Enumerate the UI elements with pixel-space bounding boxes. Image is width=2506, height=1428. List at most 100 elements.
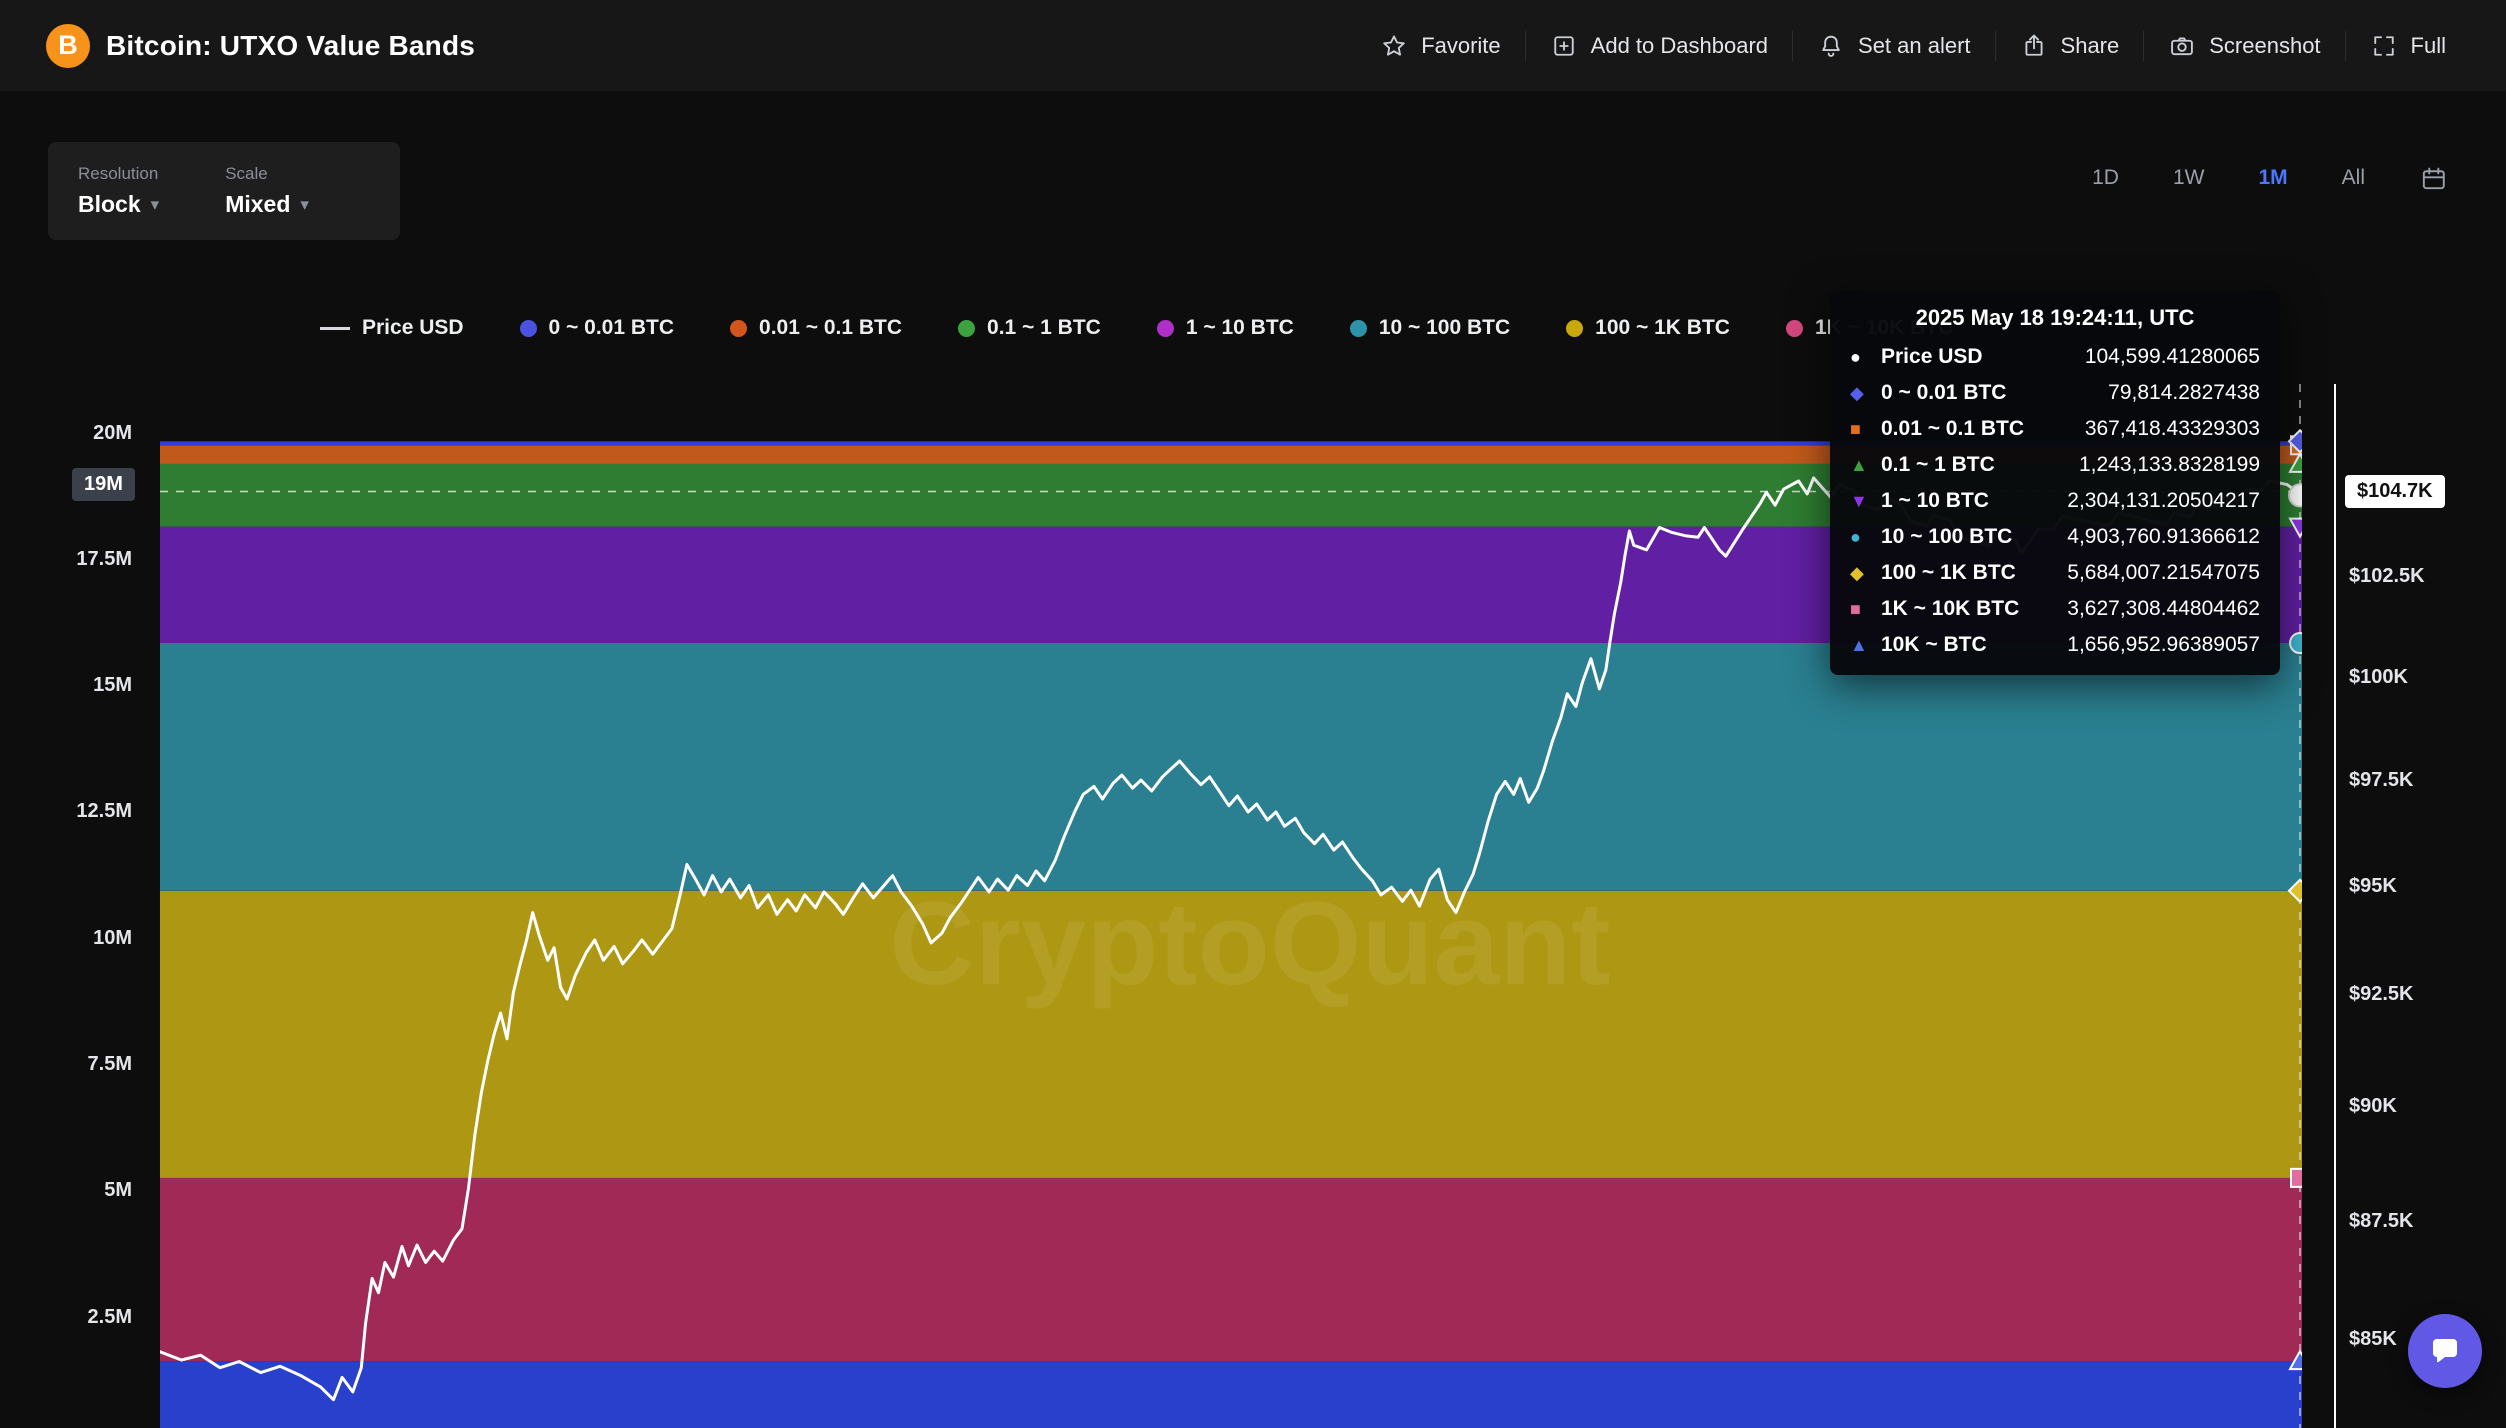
set-alert-label: Set an alert: [1858, 33, 1971, 59]
series-dot-icon: [1157, 320, 1174, 337]
range-1w-button[interactable]: 1W: [2173, 166, 2205, 190]
resolution-value: Block: [78, 191, 141, 218]
screenshot-button[interactable]: Screenshot: [2148, 22, 2340, 70]
tooltip-series-value: 3,627,308.44804462: [2067, 597, 2260, 621]
add-to-dashboard-label: Add to Dashboard: [1591, 33, 1768, 59]
resolution-dropdown[interactable]: Resolution Block ▾: [78, 164, 159, 218]
header-divider: [1792, 31, 1793, 61]
legend-label: 0.01 ~ 0.1 BTC: [759, 316, 902, 340]
set-alert-button[interactable]: Set an alert: [1797, 22, 1991, 70]
add-to-dashboard-button[interactable]: Add to Dashboard: [1530, 22, 1788, 70]
resolution-label: Resolution: [78, 164, 159, 184]
tooltip-series-label: 1K ~ 10K BTC: [1881, 597, 2019, 621]
triangle-down-marker-icon: ▼: [1850, 491, 1881, 512]
series-dot-icon: [1350, 320, 1367, 337]
header-divider: [1525, 31, 1526, 61]
header-divider: [2143, 31, 2144, 61]
scale-label: Scale: [225, 164, 309, 184]
right-axis-tick: $100K: [2349, 666, 2408, 689]
range-1m-button[interactable]: 1M: [2258, 166, 2287, 190]
app-root: B Bitcoin: UTXO Value Bands Favorite Add…: [0, 0, 2506, 1428]
range-all-button[interactable]: All: [2342, 166, 2365, 190]
chat-icon: [2427, 1333, 2463, 1369]
left-axis-tick: 2.5M: [0, 1306, 132, 1329]
tooltip-series-value: 79,814.2827438: [2108, 381, 2260, 405]
right-axis-tick: $90K: [2349, 1095, 2397, 1118]
share-label: Share: [2061, 33, 2120, 59]
header-divider: [1995, 31, 1996, 61]
triangle-up-marker-icon: ▲: [1850, 455, 1881, 476]
fullscreen-label: Full: [2411, 33, 2446, 59]
calendar-button[interactable]: [2419, 164, 2448, 193]
left-axis-tick: 20M: [0, 422, 132, 445]
right-axis-tick: $95K: [2349, 875, 2397, 898]
range-1d-button[interactable]: 1D: [2092, 166, 2119, 190]
series-dot-icon: [730, 320, 747, 337]
share-button[interactable]: Share: [2000, 22, 2140, 70]
scale-dropdown[interactable]: Scale Mixed ▾: [225, 164, 309, 218]
left-axis-tick: 12.5M: [0, 800, 132, 823]
fullscreen-icon: [2370, 32, 2398, 60]
watermark: CryptoQuant: [889, 878, 1610, 1010]
circle-marker-icon: ●: [1850, 527, 1881, 548]
fullscreen-button[interactable]: Full: [2350, 22, 2466, 70]
left-axis-tick: 10M: [0, 927, 132, 950]
tooltip-series-value: 2,304,131.20504217: [2067, 489, 2260, 513]
right-axis-tick: $87.5K: [2349, 1210, 2414, 1233]
band-1: [160, 1178, 2302, 1361]
band-0: [160, 1361, 2302, 1428]
right-axis-tick: $102.5K: [2349, 565, 2425, 588]
legend-item-1[interactable]: 0 ~ 0.01 BTC: [520, 316, 674, 340]
legend-item-2[interactable]: 0.01 ~ 0.1 BTC: [730, 316, 902, 340]
chat-button[interactable]: [2408, 1314, 2482, 1388]
favorite-button[interactable]: Favorite: [1360, 22, 1520, 70]
chevron-down-icon: ▾: [300, 195, 309, 215]
legend-label: 0.1 ~ 1 BTC: [987, 316, 1101, 340]
tooltip-series-label: 0 ~ 0.01 BTC: [1881, 381, 2006, 405]
edge-marker-1k-10k-btc: [2291, 1169, 2302, 1187]
tooltip-series-label: 0.1 ~ 1 BTC: [1881, 453, 1995, 477]
tooltip-series-value: 4,903,760.91366612: [2067, 525, 2260, 549]
legend-item-0[interactable]: Price USD: [320, 316, 464, 340]
price-line-swatch-icon: [320, 327, 350, 330]
tooltip-rows: ●Price USD104,599.41280065◆0 ~ 0.01 BTC7…: [1850, 339, 2260, 663]
tooltip-series-value: 5,684,007.21547075: [2067, 561, 2260, 585]
tooltip-row-6: ◆100 ~ 1K BTC5,684,007.21547075: [1850, 555, 2260, 591]
legend-item-6[interactable]: 100 ~ 1K BTC: [1566, 316, 1730, 340]
bitcoin-logo-icon: B: [46, 24, 90, 68]
tooltip-row-7: ■1K ~ 10K BTC 3,627,308.44804462: [1850, 591, 2260, 627]
legend-item-4[interactable]: 1 ~ 10 BTC: [1157, 316, 1294, 340]
triangle-up-marker-icon: ▲: [1850, 635, 1881, 656]
timeframe-selector: 1D 1W 1M All: [2092, 150, 2448, 206]
tooltip-series-label: 100 ~ 1K BTC: [1881, 561, 2016, 585]
favorite-label: Favorite: [1421, 33, 1500, 59]
share-icon: [2020, 32, 2048, 60]
legend-item-5[interactable]: 10 ~ 100 BTC: [1350, 316, 1510, 340]
star-icon: [1380, 32, 1408, 60]
series-dot-icon: [1786, 320, 1803, 337]
tooltip-row-5: ●10 ~ 100 BTC4,903,760.91366612: [1850, 519, 2260, 555]
tooltip-timestamp: 2025 May 18 19:24:11, UTC: [1850, 305, 2260, 331]
tooltip-row-3: ▲0.1 ~ 1 BTC1,243,133.8328199: [1850, 447, 2260, 483]
legend-item-3[interactable]: 0.1 ~ 1 BTC: [958, 316, 1101, 340]
chevron-down-icon: ▾: [151, 195, 160, 215]
series-dot-icon: [1566, 320, 1583, 337]
page-title: Bitcoin: UTXO Value Bands: [106, 30, 475, 62]
legend-label: 100 ~ 1K BTC: [1595, 316, 1730, 340]
square-marker-icon: ■: [1850, 599, 1881, 620]
series-dot-icon: [958, 320, 975, 337]
camera-icon: [2168, 32, 2196, 60]
tooltip-series-label: 1 ~ 10 BTC: [1881, 489, 1989, 513]
scale-value: Mixed: [225, 191, 290, 218]
right-axis-tick: $97.5K: [2349, 769, 2414, 792]
left-axis-tick: 15M: [0, 674, 132, 697]
legend-label: Price USD: [362, 316, 464, 340]
dashboard-add-icon: [1550, 32, 1578, 60]
tooltip-row-0: ●Price USD104,599.41280065: [1850, 339, 2260, 375]
tooltip-series-label: 0.01 ~ 0.1 BTC: [1881, 417, 2024, 441]
left-axis-tick: 5M: [0, 1179, 132, 1202]
tooltip-series-value: 367,418.43329303: [2085, 417, 2260, 441]
tooltip-series-value: 104,599.41280065: [2085, 345, 2260, 369]
calendar-icon: [2419, 164, 2448, 193]
resolution-scale-panel: Resolution Block ▾ Scale Mixed ▾: [48, 142, 400, 240]
